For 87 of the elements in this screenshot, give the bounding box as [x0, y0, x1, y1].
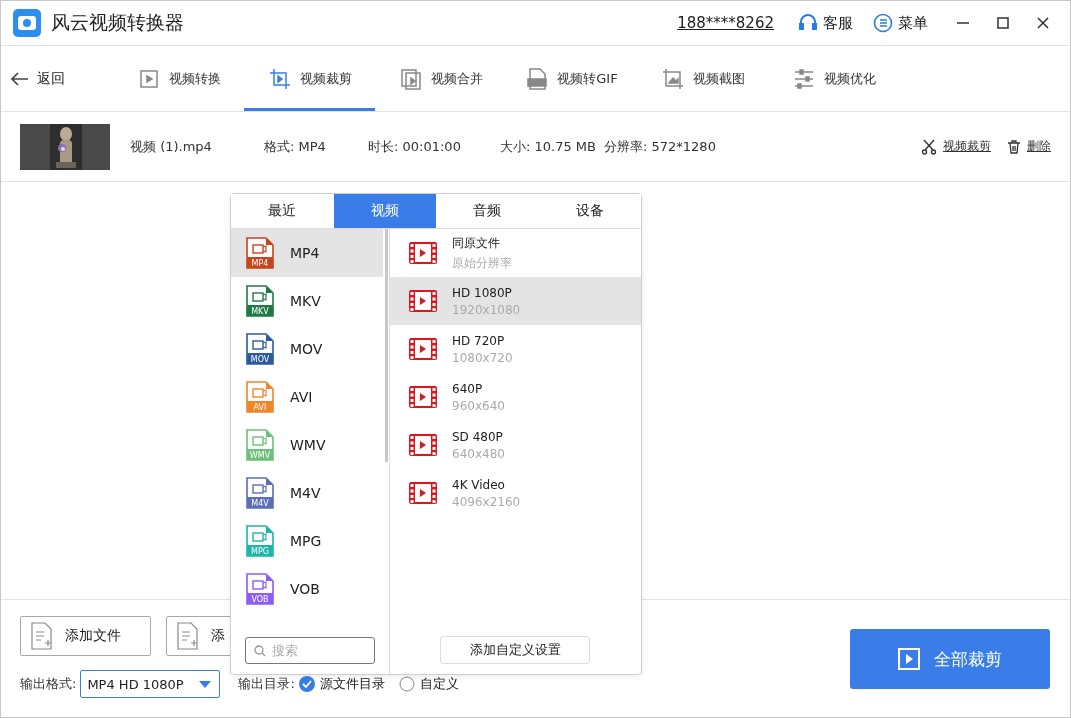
directory-radio[interactable]: 源文件目录	[298, 675, 385, 693]
file-format-icon: MOV	[246, 333, 274, 365]
add-custom-button[interactable]: 添加自定义设置	[440, 636, 590, 664]
close-icon	[1037, 17, 1049, 29]
film-icon	[408, 289, 438, 313]
trash-icon	[1007, 139, 1021, 154]
tool-tab[interactable]: 视频转换	[113, 46, 244, 111]
directory-radio[interactable]: 自定义	[398, 675, 459, 693]
menu-icon	[873, 13, 893, 33]
delete-link[interactable]: 删除	[1007, 138, 1051, 155]
file-format-icon: MKV	[246, 285, 274, 317]
headset-icon	[798, 13, 818, 33]
tool-tab[interactable]: 视频优化	[768, 46, 899, 111]
file-resolution: 分辨率: 572*1280	[604, 137, 717, 156]
preset-item[interactable]: 640P 960x640	[390, 373, 641, 421]
file-name: 视频 (1).mp4	[130, 137, 213, 156]
format-item[interactable]: MP4 MP4	[231, 229, 383, 277]
start-crop-button[interactable]: 全部裁剪	[850, 629, 1050, 689]
menu-button[interactable]: 菜单	[873, 13, 928, 33]
preset-item[interactable]: 4K Video 4096x2160	[390, 469, 641, 517]
file-format-icon: MPG	[246, 525, 274, 557]
preset-title: HD 1080P	[452, 285, 513, 300]
merge-icon	[398, 66, 423, 91]
output-format-label: 输出格式:	[20, 675, 77, 693]
preset-title: 640P	[452, 381, 484, 396]
preset-item[interactable]: HD 720P 1080x720	[390, 325, 641, 373]
add-file-button[interactable]: 添加文件	[20, 616, 151, 656]
output-dir-label: 输出目录:	[238, 675, 295, 693]
preset-resolution: 原始分辨率	[452, 254, 512, 272]
gif-file-icon	[525, 66, 550, 91]
account-link[interactable]: 188****8262	[677, 14, 774, 32]
film-icon	[408, 481, 438, 505]
file-format-icon: AVI	[246, 381, 274, 413]
category-tab[interactable]: 设备	[538, 194, 641, 228]
preset-title: SD 480P	[452, 429, 504, 444]
category-tab[interactable]: 视频	[333, 194, 436, 228]
preset-item[interactable]: 同原文件 原始分辨率	[390, 229, 641, 277]
file-format-icon: WMV	[246, 429, 274, 461]
app-title: 风云视频转换器	[51, 10, 184, 35]
format-item[interactable]: WMV WMV	[231, 421, 383, 469]
scissors-icon	[921, 138, 937, 155]
format-item[interactable]: MKV MKV	[231, 277, 383, 325]
category-tab[interactable]: 最近	[231, 194, 334, 228]
crop-icon	[267, 66, 292, 91]
add-file-icon	[177, 622, 199, 650]
preset-title: 同原文件	[452, 234, 501, 252]
tool-tab[interactable]: 视频合并	[375, 46, 506, 111]
back-arrow-icon	[11, 71, 29, 86]
preset-title: 4K Video	[452, 477, 506, 492]
file-format-icon: VOB	[246, 573, 274, 605]
crop-link[interactable]: 视频裁剪	[921, 138, 991, 155]
film-icon	[408, 433, 438, 457]
preset-item[interactable]: HD 1080P 1920x1080	[390, 277, 641, 325]
file-duration: 时长: 00:01:00	[368, 137, 462, 156]
preset-item[interactable]: SD 480P 640x480	[390, 421, 641, 469]
output-format-select[interactable]: MP4 HD 1080P	[80, 670, 221, 698]
image-icon	[660, 66, 685, 91]
format-item[interactable]: M4V M4V	[231, 469, 383, 517]
tool-tab[interactable]: 视频转GIF	[506, 46, 637, 111]
preset-resolution: 640x480	[452, 446, 505, 461]
format-item[interactable]: MOV MOV	[231, 325, 383, 373]
tool-tab[interactable]: 视频裁剪	[244, 46, 375, 111]
maximize-icon	[997, 17, 1009, 29]
preset-resolution: 4096x2160	[452, 494, 521, 509]
preset-resolution: 1080x720	[452, 350, 513, 365]
film-icon	[408, 385, 438, 409]
file-format-icon: MP4	[246, 237, 274, 269]
preset-resolution: 960x640	[452, 398, 505, 413]
film-icon	[408, 241, 438, 265]
dropdown-caret-icon	[199, 680, 212, 688]
search-icon	[254, 645, 266, 657]
add-file-icon	[31, 622, 53, 650]
preset-title: HD 720P	[452, 333, 506, 348]
tool-tab[interactable]: 视频截图	[637, 46, 768, 111]
service-button[interactable]: 客服	[798, 13, 853, 33]
file-size: 大小: 10.75 MB	[500, 137, 597, 156]
format-item[interactable]: VOB VOB	[231, 565, 383, 613]
file-format-icon: M4V	[246, 477, 274, 509]
app-logo-icon	[13, 9, 41, 37]
file-format: 格式: MP4	[264, 137, 327, 156]
back-button[interactable]: 返回	[9, 46, 81, 111]
format-item[interactable]: MPG MPG	[231, 517, 383, 565]
search-field[interactable]: 搜索	[245, 637, 375, 664]
play-icon	[898, 648, 920, 670]
format-item[interactable]: AVI AVI	[231, 373, 383, 421]
film-icon	[408, 337, 438, 361]
preset-resolution: 1920x1080	[452, 302, 521, 317]
